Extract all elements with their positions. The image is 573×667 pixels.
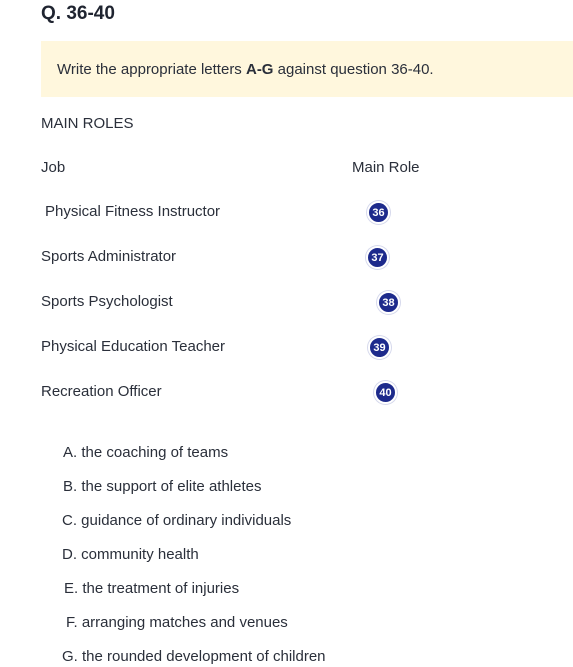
option-text: guidance of ordinary individuals (81, 512, 292, 529)
option-a: A. the coaching of teams (63, 444, 228, 461)
job-label: Recreation Officer (41, 383, 162, 400)
column-header-main-role: Main Role (352, 159, 420, 176)
job-label: Sports Psychologist (41, 293, 173, 310)
option-c: C. guidance of ordinary individuals (62, 512, 291, 529)
answer-slot-36[interactable]: 36 (367, 201, 390, 224)
option-letter: C. (62, 512, 77, 529)
option-text: the coaching of teams (81, 444, 229, 461)
instruction-text: Write the appropriate letters A-G agains… (57, 61, 434, 78)
option-letter: E. (64, 580, 79, 597)
option-letter: G. (62, 648, 78, 665)
option-letter: B. (63, 478, 78, 495)
answer-slot-39[interactable]: 39 (368, 336, 391, 359)
question-title: Q. 36-40 (41, 3, 115, 24)
instruction-prefix: Write the appropriate letters (57, 60, 246, 78)
option-g: G. the rounded development of children (62, 648, 326, 665)
answer-slot-40[interactable]: 40 (374, 381, 397, 404)
option-letter: D. (62, 546, 77, 563)
option-letter: A. (63, 444, 78, 461)
option-f: F. arranging matches and venues (66, 614, 288, 631)
option-b: B. the support of elite athletes (63, 478, 261, 495)
question-page: Q. 36-40 Write the appropriate letters A… (0, 0, 573, 667)
option-text: the treatment of injuries (82, 580, 240, 597)
section-heading: MAIN ROLES (41, 115, 134, 132)
instruction-box: Write the appropriate letters A-G agains… (41, 41, 573, 97)
option-letter: F. (66, 614, 78, 631)
option-e: E. the treatment of injuries (64, 580, 239, 597)
option-text: arranging matches and venues (81, 614, 288, 631)
answer-slot-38[interactable]: 38 (377, 291, 400, 314)
column-header-job: Job (41, 159, 66, 176)
answer-slot-37[interactable]: 37 (366, 246, 389, 269)
job-label: Physical Education Teacher (41, 338, 225, 355)
option-text: community health (81, 546, 199, 563)
instruction-letters: A-G (245, 60, 274, 78)
option-text: the rounded development of children (82, 648, 326, 665)
instruction-suffix: against question 36-40. (273, 60, 434, 78)
option-text: the support of elite athletes (81, 478, 262, 495)
option-d: D. community health (62, 546, 199, 563)
job-label: Sports Administrator (41, 248, 177, 265)
job-label: Physical Fitness Instructor (45, 203, 221, 220)
